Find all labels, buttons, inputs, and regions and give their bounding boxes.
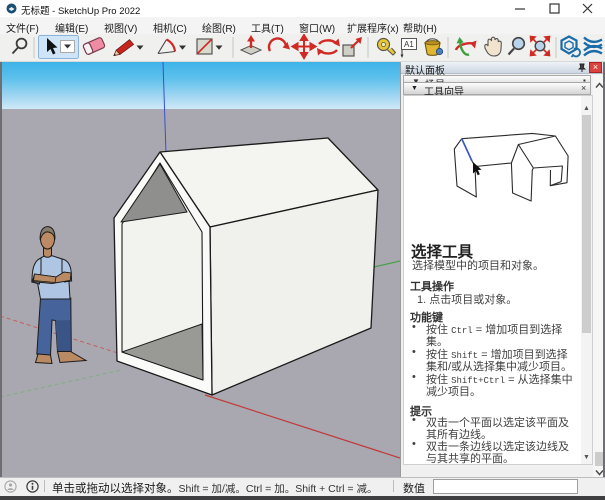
svg-text:A1: A1: [404, 40, 414, 49]
